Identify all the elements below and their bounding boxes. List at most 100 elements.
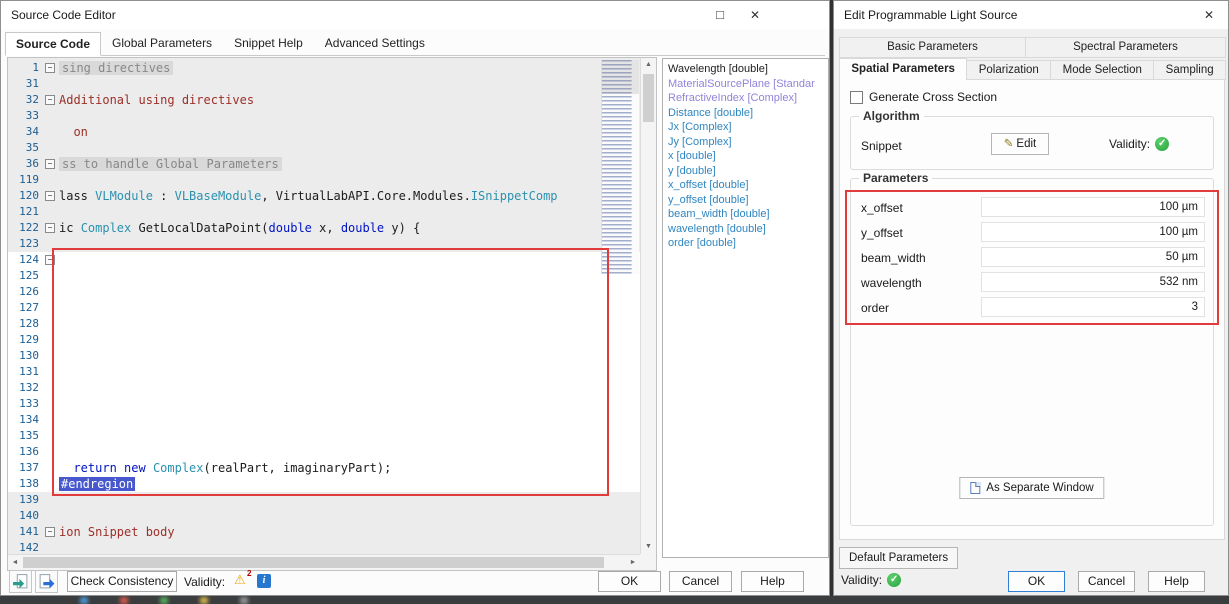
code-line-137[interactable]: 137 return new Complex(realPart, imagina… bbox=[8, 460, 640, 476]
variable-item[interactable]: Jx [Complex] bbox=[668, 120, 823, 135]
fold-collapse-icon[interactable]: − bbox=[45, 527, 55, 537]
variable-item[interactable]: y [double] bbox=[668, 164, 823, 179]
save-source-button[interactable] bbox=[35, 570, 58, 593]
variable-item[interactable]: Distance [double] bbox=[668, 106, 823, 121]
default-parameters-button[interactable]: Default Parameters bbox=[839, 547, 958, 569]
variable-item[interactable]: y_offset [double] bbox=[668, 193, 823, 208]
code-line-124[interactable]: 124− bbox=[8, 252, 640, 268]
scroll-right-icon[interactable]: ► bbox=[626, 555, 640, 570]
parameter-value-field[interactable]: 50 µm bbox=[981, 247, 1205, 267]
tab-source-code[interactable]: Source Code bbox=[5, 32, 101, 56]
variable-item[interactable]: Jy [Complex] bbox=[668, 135, 823, 150]
tab-polarization[interactable]: Polarization bbox=[966, 60, 1051, 80]
cancel-button[interactable]: Cancel bbox=[1078, 571, 1135, 592]
vertical-scrollbar[interactable]: ▲ ▼ bbox=[640, 58, 656, 554]
fold-collapse-icon[interactable]: − bbox=[45, 159, 55, 169]
variable-item[interactable]: MaterialSourcePlane [Standar bbox=[668, 77, 823, 92]
horizontal-scrollbar-thumb[interactable] bbox=[23, 557, 604, 568]
variable-item[interactable]: order [double] bbox=[668, 236, 823, 251]
info-icon[interactable]: i bbox=[257, 574, 271, 588]
tab-global-parameters[interactable]: Global Parameters bbox=[101, 31, 223, 55]
tab-spectral-parameters[interactable]: Spectral Parameters bbox=[1025, 37, 1226, 58]
close-icon[interactable]: ✕ bbox=[739, 1, 771, 29]
variable-item[interactable]: beam_width [double] bbox=[668, 207, 823, 222]
taskbar[interactable] bbox=[0, 596, 1229, 604]
code-line-128[interactable]: 128 bbox=[8, 316, 640, 332]
help-button[interactable]: Help bbox=[1148, 571, 1205, 592]
tab-advanced-settings[interactable]: Advanced Settings bbox=[314, 31, 436, 55]
code-line-142[interactable]: 142 bbox=[8, 540, 640, 554]
code-editor[interactable]: 1−sing directives3132−Additional using d… bbox=[7, 57, 657, 571]
variables-panel[interactable]: Wavelength [double]MaterialSourcePlane [… bbox=[662, 58, 829, 558]
code-line-36[interactable]: 36−ss to handle Global Parameters bbox=[8, 156, 640, 172]
code-line-123[interactable]: 123 bbox=[8, 236, 640, 252]
code-line-135[interactable]: 135 bbox=[8, 428, 640, 444]
scroll-down-icon[interactable]: ▼ bbox=[641, 540, 656, 554]
titlebar[interactable]: Edit Programmable Light Source ✕ bbox=[834, 1, 1228, 29]
code-line-126[interactable]: 126 bbox=[8, 284, 640, 300]
generate-cross-section-label[interactable]: Generate Cross Section bbox=[869, 90, 997, 104]
close-icon[interactable]: ✕ bbox=[1193, 1, 1225, 29]
ok-button[interactable]: OK bbox=[598, 571, 661, 592]
tab-sampling[interactable]: Sampling bbox=[1153, 60, 1226, 80]
ok-button[interactable]: OK bbox=[1008, 571, 1065, 592]
tab-mode-selection[interactable]: Mode Selection bbox=[1050, 60, 1154, 80]
variable-item[interactable]: wavelength [double] bbox=[668, 222, 823, 237]
tab-snippet-help[interactable]: Snippet Help bbox=[223, 31, 314, 55]
code-line-130[interactable]: 130 bbox=[8, 348, 640, 364]
code-line-120[interactable]: 120−lass VLModule : VLBaseModule, Virtua… bbox=[8, 188, 640, 204]
line-number: 31 bbox=[8, 76, 44, 92]
code-line-139[interactable]: 139 bbox=[8, 492, 640, 508]
code-line-122[interactable]: 122−ic Complex GetLocalDataPoint(double … bbox=[8, 220, 640, 236]
minimap-viewport[interactable] bbox=[602, 60, 639, 94]
code-line-35[interactable]: 35 bbox=[8, 140, 640, 156]
maximize-icon[interactable]: □ bbox=[704, 1, 736, 29]
code-line-141[interactable]: 141−ion Snippet body bbox=[8, 524, 640, 540]
edit-snippet-button[interactable]: ✎Edit bbox=[991, 133, 1049, 155]
cancel-button[interactable]: Cancel bbox=[669, 571, 732, 592]
fold-collapse-icon[interactable]: − bbox=[45, 255, 55, 265]
fold-collapse-icon[interactable]: − bbox=[45, 191, 55, 201]
check-consistency-button[interactable]: Check Consistency bbox=[67, 571, 177, 592]
scroll-left-icon[interactable]: ◄ bbox=[8, 555, 22, 570]
code-line-31[interactable]: 31 bbox=[8, 76, 640, 92]
variable-item[interactable]: x_offset [double] bbox=[668, 178, 823, 193]
code-line-119[interactable]: 119 bbox=[8, 172, 640, 188]
code-line-34[interactable]: 34 on bbox=[8, 124, 640, 140]
variable-item[interactable]: Wavelength [double] bbox=[668, 62, 823, 77]
horizontal-scrollbar[interactable]: ◄ ► bbox=[8, 554, 640, 570]
scroll-up-icon[interactable]: ▲ bbox=[641, 58, 656, 72]
variable-item[interactable]: x [double] bbox=[668, 149, 823, 164]
parameter-value-field[interactable]: 3 bbox=[981, 297, 1205, 317]
code-line-125[interactable]: 125 bbox=[8, 268, 640, 284]
minimap[interactable] bbox=[601, 60, 639, 274]
parameter-value-field[interactable]: 100 µm bbox=[981, 197, 1205, 217]
code-line-134[interactable]: 134 bbox=[8, 412, 640, 428]
code-line-33[interactable]: 33 bbox=[8, 108, 640, 124]
tab-basic-parameters[interactable]: Basic Parameters bbox=[839, 37, 1026, 58]
help-button[interactable]: Help bbox=[741, 571, 804, 592]
as-separate-window-button[interactable]: As Separate Window bbox=[959, 477, 1104, 499]
tab-spatial-parameters[interactable]: Spatial Parameters bbox=[839, 58, 967, 80]
load-source-button[interactable] bbox=[9, 570, 32, 593]
code-line-129[interactable]: 129 bbox=[8, 332, 640, 348]
code-line-136[interactable]: 136 bbox=[8, 444, 640, 460]
code-line-121[interactable]: 121 bbox=[8, 204, 640, 220]
parameter-value-field[interactable]: 532 nm bbox=[981, 272, 1205, 292]
code-line-1[interactable]: 1−sing directives bbox=[8, 60, 640, 76]
fold-collapse-icon[interactable]: − bbox=[45, 223, 55, 233]
code-line-140[interactable]: 140 bbox=[8, 508, 640, 524]
fold-collapse-icon[interactable]: − bbox=[45, 95, 55, 105]
code-line-133[interactable]: 133 bbox=[8, 396, 640, 412]
fold-collapse-icon[interactable]: − bbox=[45, 63, 55, 73]
code-line-127[interactable]: 127 bbox=[8, 300, 640, 316]
code-line-131[interactable]: 131 bbox=[8, 364, 640, 380]
generate-cross-section-checkbox[interactable] bbox=[850, 91, 863, 104]
code-line-138[interactable]: 138#endregion bbox=[8, 476, 640, 492]
titlebar[interactable]: Source Code Editor □ ✕ bbox=[1, 1, 829, 29]
vertical-scrollbar-thumb[interactable] bbox=[643, 74, 654, 122]
code-line-132[interactable]: 132 bbox=[8, 380, 640, 396]
variable-item[interactable]: RefractiveIndex [Complex] bbox=[668, 91, 823, 106]
parameter-value-field[interactable]: 100 µm bbox=[981, 222, 1205, 242]
code-line-32[interactable]: 32−Additional using directives bbox=[8, 92, 640, 108]
